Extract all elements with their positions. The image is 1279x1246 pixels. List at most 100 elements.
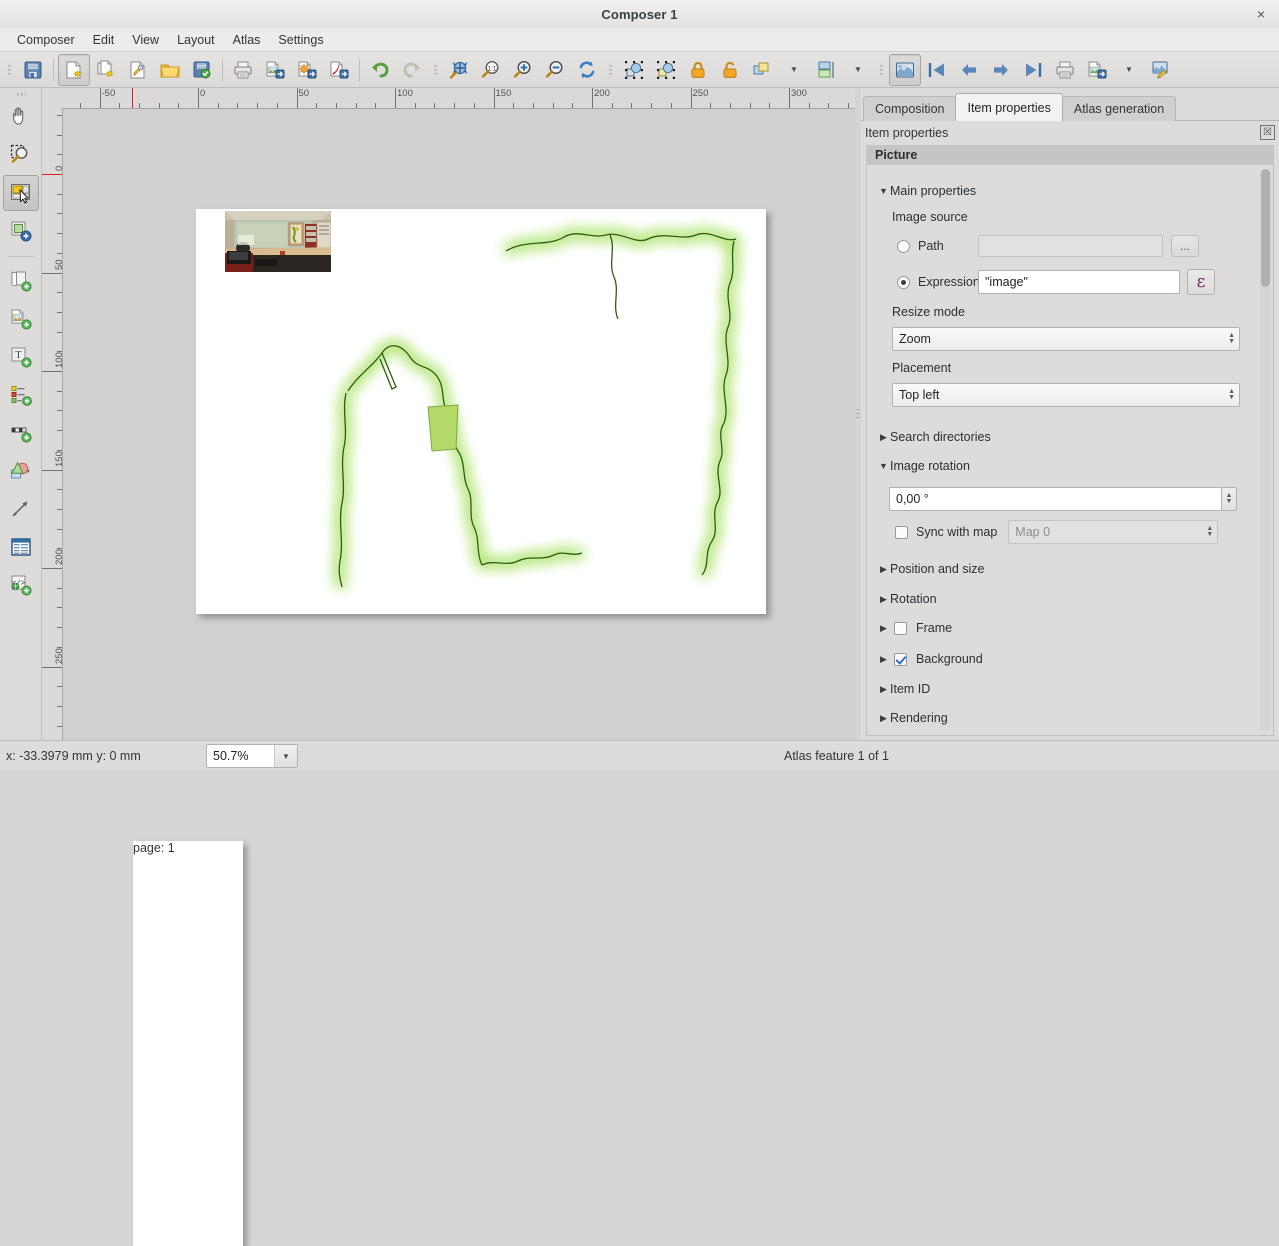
menu-composer[interactable]: Composer (8, 30, 84, 50)
tool-add-scalebar[interactable] (3, 415, 39, 451)
zoom-in-button[interactable] (507, 54, 539, 86)
tool-add-shape[interactable] (3, 453, 39, 489)
zoom-out-button[interactable] (539, 54, 571, 86)
ruler-label: 0 (198, 89, 205, 99)
export-image-button[interactable] (259, 54, 291, 86)
chevron-right-icon[interactable]: ▶ (877, 684, 890, 695)
zoom-full-button[interactable] (443, 54, 475, 86)
raise-items-button[interactable] (746, 54, 778, 86)
print-atlas-button[interactable] (1049, 54, 1081, 86)
atlas-next-feature-button[interactable] (985, 54, 1017, 86)
menu-layout[interactable]: Layout (168, 30, 224, 50)
group-image-rotation-label: Image rotation (890, 459, 970, 473)
composition-page[interactable] (196, 209, 766, 614)
toolbar-grip[interactable] (431, 59, 440, 81)
ruler-label: -50 (100, 89, 116, 99)
sync-map-combo[interactable]: Map 0 ▲▼ (1008, 520, 1218, 544)
tool-add-attribute-table[interactable] (3, 529, 39, 565)
zoom-level-value[interactable]: 50.7% (207, 749, 274, 763)
export-atlas-image-button[interactable] (1081, 54, 1113, 86)
toolbar-grip[interactable] (5, 59, 14, 81)
placement-combo[interactable]: Top left ▲▼ (892, 383, 1240, 407)
close-icon[interactable]: ☒ (1260, 125, 1275, 140)
toolbar-grip[interactable] (877, 59, 886, 81)
browse-path-button[interactable]: ... (1171, 235, 1199, 257)
resize-mode-combo[interactable]: Zoom ▲▼ (892, 327, 1240, 351)
picture-item[interactable] (225, 211, 331, 272)
lock-items-button[interactable] (682, 54, 714, 86)
unlock-all-items-button[interactable] (714, 54, 746, 86)
chevron-down-icon[interactable]: ▼ (877, 186, 890, 196)
save-template-button[interactable] (186, 54, 218, 86)
expression-input[interactable]: "image" (978, 270, 1180, 294)
path-radio[interactable] (897, 240, 910, 253)
image-rotation-input[interactable]: 0,00 ° (889, 487, 1222, 511)
expression-builder-button[interactable]: ε (1187, 269, 1215, 295)
expression-radio[interactable] (897, 276, 910, 289)
menu-edit[interactable]: Edit (84, 30, 124, 50)
menu-atlas[interactable]: Atlas (224, 30, 270, 50)
vertical-ruler[interactable]: 050100150200250 (42, 108, 63, 740)
atlas-first-feature-button[interactable] (921, 54, 953, 86)
chevron-right-icon[interactable]: ▶ (877, 713, 890, 724)
group-items-button[interactable] (618, 54, 650, 86)
chevron-right-icon[interactable]: ▶ (877, 564, 890, 575)
chevron-down-icon[interactable]: ▼ (274, 745, 297, 767)
path-input[interactable] (978, 235, 1163, 257)
duplicate-composition-button[interactable] (90, 54, 122, 86)
tool-add-label[interactable]: T (3, 339, 39, 375)
chevron-right-icon[interactable]: ▶ (877, 623, 890, 634)
atlas-previous-feature-button[interactable] (953, 54, 985, 86)
save-project-button[interactable] (17, 54, 49, 86)
section-title-picture: Picture (866, 145, 1274, 165)
tool-zoom[interactable] (3, 137, 39, 173)
export-svg-button[interactable] (291, 54, 323, 86)
tab-atlas-generation[interactable]: Atlas generation (1062, 96, 1176, 121)
atlas-preview-button[interactable] (889, 54, 921, 86)
frame-checkbox[interactable] (894, 622, 907, 635)
horizontal-ruler[interactable]: -50050100150200250300350 (62, 88, 855, 109)
print-button[interactable] (227, 54, 259, 86)
sync-with-map-checkbox[interactable] (895, 526, 908, 539)
group-rotation-label: Rotation (890, 592, 937, 606)
redo-button[interactable] (396, 54, 428, 86)
new-composition-button[interactable] (58, 54, 90, 86)
zoom-level-combo[interactable]: 50.7% ▼ (206, 744, 298, 768)
atlas-settings-button[interactable] (1145, 54, 1177, 86)
tool-move-item-content[interactable] (3, 213, 39, 249)
ungroup-items-button[interactable] (650, 54, 682, 86)
align-items-dropdown[interactable]: ▼ (842, 54, 874, 86)
spin-arrows-icon: ▲▼ (1228, 333, 1235, 345)
tab-item-properties[interactable]: Item properties (955, 93, 1062, 121)
tool-pan-composition[interactable] (3, 99, 39, 135)
export-pdf-button[interactable] (323, 54, 355, 86)
image-rotation-spin-buttons[interactable]: ▲▼ (1222, 487, 1237, 511)
tool-add-image[interactable] (3, 301, 39, 337)
chevron-down-icon[interactable]: ▼ (877, 461, 890, 471)
atlas-last-feature-button[interactable] (1017, 54, 1049, 86)
tool-select-move-item[interactable] (3, 175, 39, 211)
chevron-right-icon[interactable]: ▶ (877, 654, 890, 665)
chevron-right-icon[interactable]: ▶ (877, 432, 890, 443)
zoom-actual-size-button[interactable]: 1:1 (475, 54, 507, 86)
composer-manager-button[interactable] (122, 54, 154, 86)
load-template-button[interactable] (154, 54, 186, 86)
raise-items-dropdown[interactable]: ▼ (778, 54, 810, 86)
chevron-right-icon[interactable]: ▶ (877, 594, 890, 605)
export-atlas-dropdown[interactable]: ▼ (1113, 54, 1145, 86)
close-icon[interactable]: × (1253, 6, 1269, 22)
menu-settings[interactable]: Settings (269, 30, 332, 50)
background-checkbox[interactable] (894, 653, 907, 666)
undo-button[interactable] (364, 54, 396, 86)
refresh-view-button[interactable] (571, 54, 603, 86)
toolbar-grip[interactable] (606, 59, 615, 81)
menu-view[interactable]: View (123, 30, 168, 50)
composition-scene[interactable] (63, 109, 855, 740)
tool-add-arrow[interactable] (3, 491, 39, 527)
tool-add-map[interactable] (3, 263, 39, 299)
align-items-button[interactable] (810, 54, 842, 86)
tab-composition[interactable]: Composition (863, 96, 956, 121)
tool-add-legend[interactable] (3, 377, 39, 413)
left-toolbar-grip[interactable] (13, 90, 29, 98)
tool-add-html-frame[interactable]: </> (3, 567, 39, 603)
